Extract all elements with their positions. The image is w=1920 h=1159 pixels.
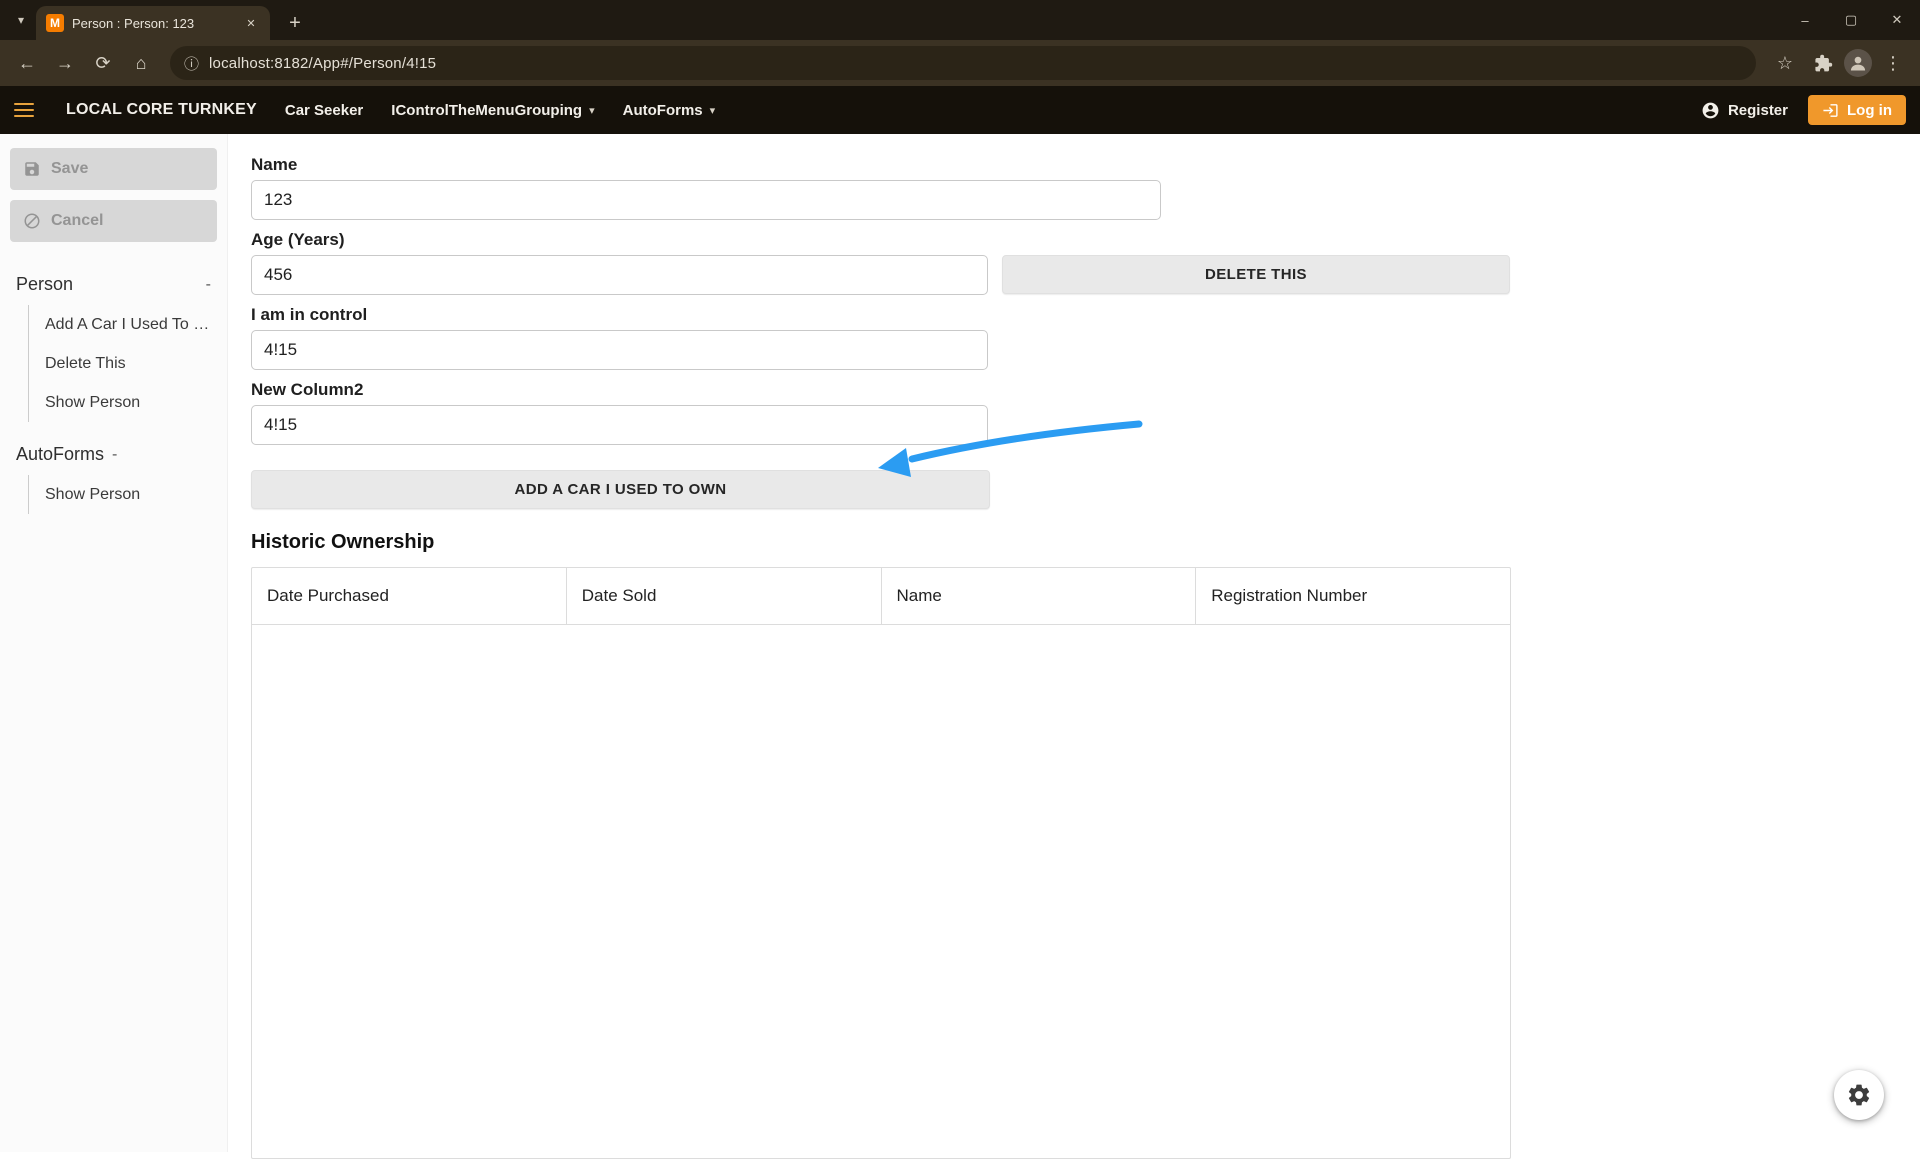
i-am-in-control-label: I am in control xyxy=(251,305,1920,325)
chevron-down-icon: ▾ xyxy=(710,104,716,117)
account-circle-icon xyxy=(1701,101,1720,120)
age-label: Age (Years) xyxy=(251,230,988,250)
new-tab-button[interactable]: + xyxy=(278,6,312,40)
settings-fab-button[interactable] xyxy=(1834,1070,1884,1120)
tab-favicon: M xyxy=(46,14,64,32)
url-text[interactable]: localhost:8182/App#/Person/4!15 xyxy=(209,55,436,72)
nav-item-label: IControlTheMenuGrouping xyxy=(391,102,582,119)
column-header-date-sold[interactable]: Date Sold xyxy=(567,568,882,624)
sidebar-section-person[interactable]: Person - xyxy=(10,252,217,305)
sidebar-autoforms-items: Show Person xyxy=(28,475,217,514)
collapse-indicator: - xyxy=(112,446,117,464)
name-input[interactable] xyxy=(251,180,1161,220)
sidebar: Save Cancel Person - Add A Car I Used To… xyxy=(0,134,228,1152)
field-age: Age (Years) xyxy=(251,230,988,295)
home-button[interactable]: ⌂ xyxy=(124,46,158,80)
tab-search-icon[interactable]: ▾ xyxy=(6,0,36,40)
new-column2-input[interactable] xyxy=(251,405,988,445)
column-header-registration-number[interactable]: Registration Number xyxy=(1196,568,1510,624)
navbar-right: Register Log in xyxy=(1701,95,1906,125)
minimize-button[interactable]: – xyxy=(1782,0,1828,40)
window-controls: – ▢ ✕ xyxy=(1782,0,1920,40)
page-body: Save Cancel Person - Add A Car I Used To… xyxy=(0,134,1920,1152)
field-i-am-in-control: I am in control xyxy=(251,305,1920,370)
profile-avatar[interactable] xyxy=(1844,49,1872,77)
chevron-down-icon: ▾ xyxy=(589,104,595,117)
tab-close-icon[interactable]: ✕ xyxy=(242,14,260,32)
sidebar-item-delete-this[interactable]: Delete This xyxy=(29,344,217,383)
sidebar-section-autoforms[interactable]: AutoForms - xyxy=(10,422,217,475)
sidebar-person-items: Add A Car I Used To Own... Delete This S… xyxy=(28,305,217,422)
age-input[interactable] xyxy=(251,255,988,295)
add-a-car-i-used-to-own-button[interactable]: ADD A CAR I USED TO OWN xyxy=(251,470,990,509)
column-header-name[interactable]: Name xyxy=(882,568,1197,624)
tab-title: Person : Person: 123 xyxy=(72,16,234,31)
delete-this-button[interactable]: DELETE THIS xyxy=(1002,255,1510,294)
sidebar-item-add-a-car[interactable]: Add A Car I Used To Own... xyxy=(29,305,217,344)
hamburger-menu-icon[interactable] xyxy=(14,98,38,122)
historic-ownership-table: Date Purchased Date Sold Name Registrati… xyxy=(251,567,1511,1159)
section-title: AutoForms xyxy=(16,444,104,465)
sidebar-item-show-person-autoforms[interactable]: Show Person xyxy=(29,475,217,514)
new-column2-label: New Column2 xyxy=(251,380,1920,400)
nav-item-icontrolthemenugrouping[interactable]: IControlTheMenuGrouping ▾ xyxy=(391,102,594,119)
login-button[interactable]: Log in xyxy=(1808,95,1906,125)
nav-item-label: Car Seeker xyxy=(285,102,363,119)
table-body-empty xyxy=(252,625,1510,1159)
browser-toolbar: ← → ⟳ ⌂ ⓘ localhost:8182/App#/Person/4!1… xyxy=(0,40,1920,86)
close-button[interactable]: ✕ xyxy=(1874,0,1920,40)
back-button[interactable]: ← xyxy=(10,46,44,80)
historic-ownership-heading: Historic Ownership xyxy=(251,531,1920,554)
puzzle-icon xyxy=(1814,54,1833,73)
table-header-row: Date Purchased Date Sold Name Registrati… xyxy=(252,568,1510,625)
name-label: Name xyxy=(251,155,1920,175)
register-button[interactable]: Register xyxy=(1701,101,1788,120)
field-name: Name xyxy=(251,155,1920,220)
reload-button[interactable]: ⟳ xyxy=(86,46,120,80)
main-content: Name Age (Years) DELETE THIS I am in con… xyxy=(228,134,1920,1152)
cancel-label: Cancel xyxy=(51,212,103,230)
bookmark-star-icon[interactable]: ☆ xyxy=(1768,46,1802,80)
profile-person-icon xyxy=(1848,53,1868,73)
gear-icon xyxy=(1846,1082,1872,1108)
app-brand[interactable]: LOCAL CORE TURNKEY xyxy=(66,101,257,119)
cancel-button[interactable]: Cancel xyxy=(10,200,217,242)
url-bar[interactable]: ⓘ localhost:8182/App#/Person/4!15 xyxy=(170,46,1756,80)
field-row-age: Age (Years) DELETE THIS xyxy=(251,230,1920,295)
nav-item-autoforms[interactable]: AutoForms ▾ xyxy=(623,102,716,119)
forward-button[interactable]: → xyxy=(48,46,82,80)
column-header-date-purchased[interactable]: Date Purchased xyxy=(252,568,567,624)
nav-item-car-seeker[interactable]: Car Seeker xyxy=(285,102,363,119)
app-navbar: LOCAL CORE TURNKEY Car Seeker IControlTh… xyxy=(0,86,1920,134)
browser-tabstrip: ▾ M Person : Person: 123 ✕ + – ▢ ✕ xyxy=(0,0,1920,40)
save-button[interactable]: Save xyxy=(10,148,217,190)
save-label: Save xyxy=(51,160,88,178)
nav-item-label: AutoForms xyxy=(623,102,703,119)
cancel-icon xyxy=(23,212,41,230)
browser-tab[interactable]: M Person : Person: 123 ✕ xyxy=(36,6,270,40)
field-new-column2: New Column2 xyxy=(251,380,1920,445)
i-am-in-control-input[interactable] xyxy=(251,330,988,370)
extensions-icon[interactable] xyxy=(1806,46,1840,80)
collapse-indicator: - xyxy=(206,276,211,294)
login-label: Log in xyxy=(1847,102,1892,119)
login-icon xyxy=(1822,102,1839,119)
maximize-button[interactable]: ▢ xyxy=(1828,0,1874,40)
browser-menu-icon[interactable]: ⋮ xyxy=(1876,46,1910,80)
save-icon xyxy=(23,160,41,178)
site-info-icon[interactable]: ⓘ xyxy=(184,53,199,74)
sidebar-item-show-person[interactable]: Show Person xyxy=(29,383,217,422)
section-title: Person xyxy=(16,274,73,295)
register-label: Register xyxy=(1728,102,1788,119)
